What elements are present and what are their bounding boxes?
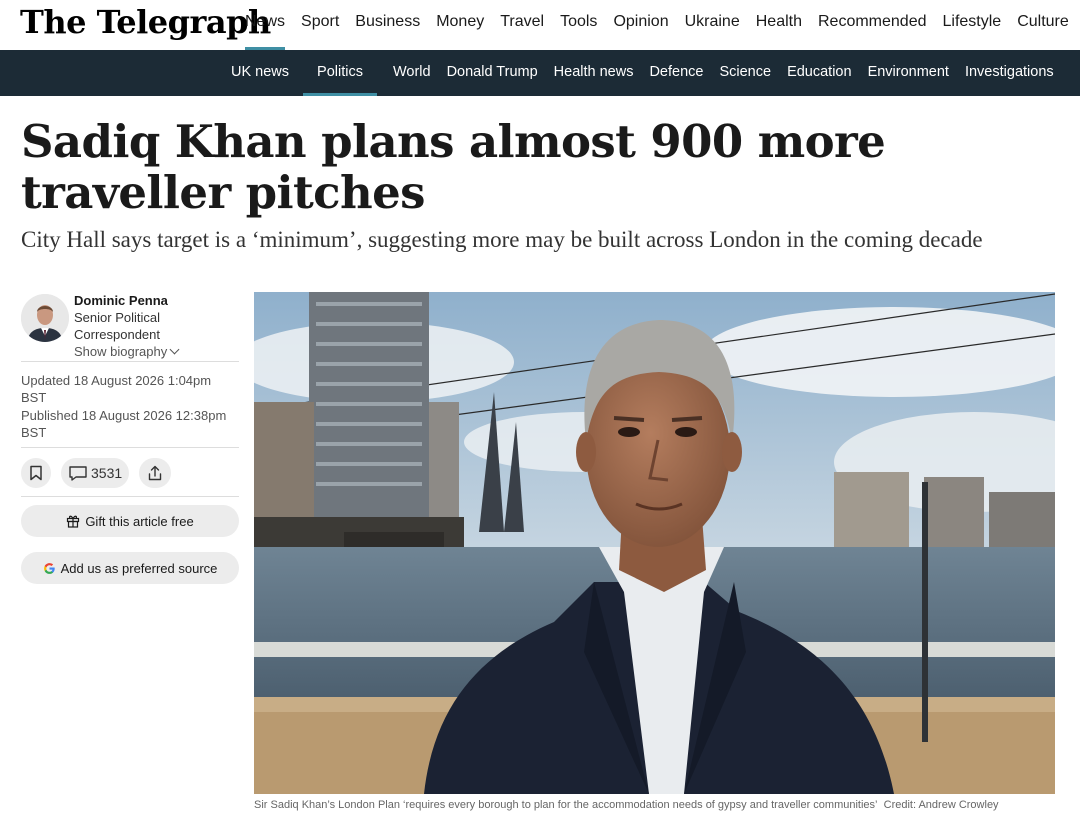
- article-standfirst: City Hall says target is a ‘minimum’, su…: [21, 227, 983, 252]
- divider: [21, 496, 239, 497]
- gift-article-label: Gift this article free: [85, 513, 194, 529]
- nav-item-money[interactable]: Money: [436, 0, 484, 50]
- author-role-line2: Correspondent: [74, 327, 160, 342]
- preferred-source-button[interactable]: Add us as preferred source: [21, 552, 239, 584]
- telegraph-logo[interactable]: The Telegraph: [20, 4, 271, 40]
- preferred-source-label: Add us as preferred source: [60, 560, 218, 576]
- author-info: Dominic Penna Senior Political Correspon…: [74, 292, 180, 360]
- subnav-item-education[interactable]: Education: [787, 50, 852, 96]
- nav-item-travel[interactable]: Travel: [500, 0, 544, 50]
- subnav-item-science[interactable]: Science: [719, 50, 771, 96]
- author-portrait-icon: [21, 294, 69, 342]
- comment-icon: [69, 466, 87, 481]
- gift-icon: [67, 515, 80, 528]
- nav-item-lifestyle[interactable]: Lifestyle: [942, 0, 1001, 50]
- article-headline: Sadiq Khan plans almost 900 more travell…: [21, 115, 886, 219]
- subnav-item-donald-trump[interactable]: Donald Trump: [447, 50, 538, 96]
- subnav-item-world[interactable]: World: [393, 50, 431, 96]
- share-button[interactable]: [139, 458, 172, 488]
- subnav-item-politics[interactable]: Politics: [303, 50, 377, 96]
- nav-item-culture[interactable]: Culture: [1017, 0, 1069, 50]
- subnav-item-uk-news[interactable]: UK news: [231, 50, 289, 96]
- bookmark-button[interactable]: [21, 458, 51, 488]
- article-sidebar: Dominic Penna Senior Political Correspon…: [21, 292, 239, 584]
- share-icon: [148, 465, 162, 481]
- avatar[interactable]: [21, 294, 69, 342]
- author-role-line1: Senior Political: [74, 310, 160, 325]
- subnav-item-environment[interactable]: Environment: [868, 50, 949, 96]
- bookmark-icon: [30, 465, 42, 481]
- nav-item-opinion[interactable]: Opinion: [613, 0, 668, 50]
- subnav-item-investigations[interactable]: Investigations: [965, 50, 1054, 96]
- article-dates: Updated 18 August 2026 1:04pm BST Publis…: [21, 362, 239, 448]
- published-date: Published 18 August 2026 12:38pm: [21, 407, 227, 423]
- nav-item-sport[interactable]: Sport: [301, 0, 339, 50]
- sadiq-khan-portrait-photo: [254, 292, 1055, 794]
- published-date-tz: BST: [21, 424, 47, 440]
- nav-item-recommended[interactable]: Recommended: [818, 0, 927, 50]
- secondary-nav: UK news Politics World Donald Trump Heal…: [231, 50, 1070, 96]
- gift-article-button[interactable]: Gift this article free: [21, 505, 239, 537]
- updated-date: Updated 18 August 2026 1:04pm: [21, 373, 212, 388]
- subnav-item-health-news[interactable]: Health news: [554, 50, 634, 96]
- show-biography-label: Show biography: [74, 344, 168, 359]
- image-credit: Credit: Andrew Crowley: [883, 799, 999, 811]
- chevron-down-icon: [169, 344, 180, 355]
- author-block: Dominic Penna Senior Political Correspon…: [21, 292, 239, 362]
- comment-count: 3531: [91, 465, 123, 481]
- nav-item-tools[interactable]: Tools: [560, 0, 597, 50]
- nav-item-health[interactable]: Health: [756, 0, 802, 50]
- google-g-icon: [43, 562, 55, 574]
- show-biography-button[interactable]: Show biography: [74, 343, 180, 360]
- nav-item-news[interactable]: News: [245, 0, 286, 50]
- subnav-item-defence[interactable]: Defence: [649, 50, 703, 96]
- image-caption: Sir Sadiq Khan’s London Plan ‘requires e…: [254, 798, 1055, 813]
- updated-date-tz: BST: [21, 390, 47, 406]
- section-bar: UK news Politics World Donald Trump Heal…: [0, 50, 1080, 96]
- nav-item-ukraine[interactable]: Ukraine: [685, 0, 740, 50]
- article-actions: 3531: [21, 448, 239, 496]
- site-header: The Telegraph News Sport Business Money …: [0, 0, 1080, 50]
- caption-text: Sir Sadiq Khan’s London Plan ‘requires e…: [254, 799, 878, 811]
- nav-item-business[interactable]: Business: [355, 0, 420, 50]
- author-name[interactable]: Dominic Penna: [74, 292, 178, 309]
- hero-image[interactable]: [254, 292, 1055, 794]
- primary-nav: News Sport Business Money Travel Tools O…: [245, 0, 1080, 50]
- comments-button[interactable]: 3531: [61, 458, 130, 488]
